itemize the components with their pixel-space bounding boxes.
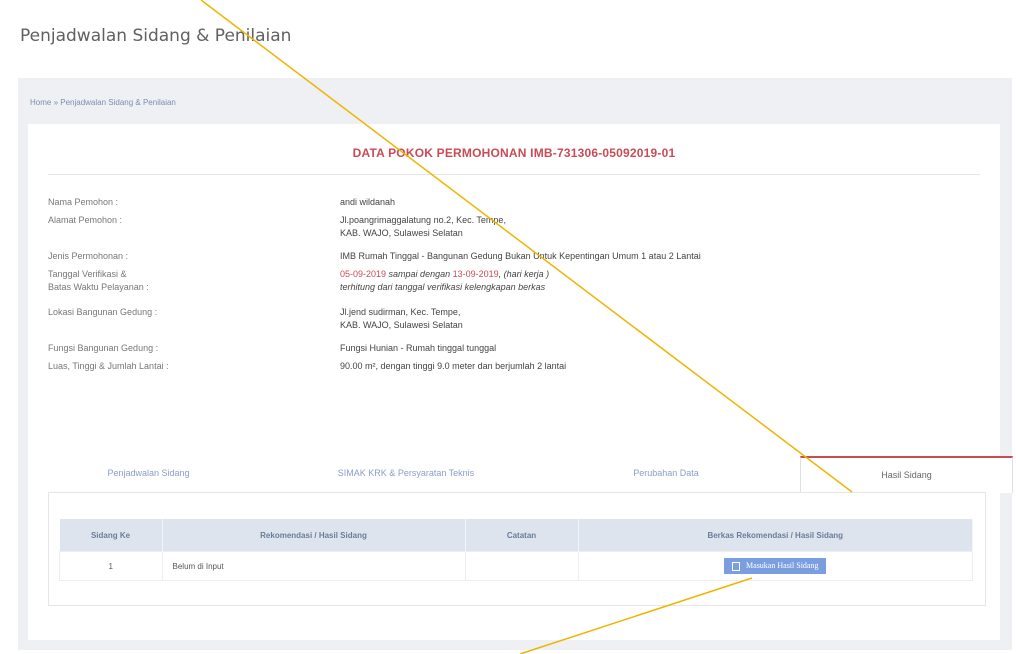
- field-value-block: 05-09-2019 sampai dengan 13-09-2019, (ha…: [340, 268, 549, 294]
- field-value: Jl.jend sudirman, Kec. Tempe,: [340, 307, 461, 317]
- edit-icon: [732, 561, 741, 571]
- field-alamat: Alamat Pemohon : Jl.poangrimaggalatung n…: [48, 214, 980, 250]
- cell-catatan: [464, 551, 579, 581]
- field-value: IMB Rumah Tinggal - Bangunan Gedung Buka…: [340, 251, 701, 261]
- page-title: Penjadwalan Sidang & Penilaian: [20, 26, 292, 46]
- field-value-line2: KAB. WAJO, Sulawesi Selatan: [340, 320, 463, 330]
- field-lokasi: Lokasi Bangunan Gedung : Jl.jend sudirma…: [48, 306, 980, 342]
- info-section: Nama Pemohon : andi wildanah Alamat Pemo…: [48, 196, 980, 372]
- field-luas: Luas, Tinggi & Jumlah Lantai : 90.00 m²,…: [48, 360, 980, 378]
- field-value: 90.00 m², dengan tinggi 9.0 meter dan be…: [340, 361, 567, 371]
- field-fungsi: Fungsi Bangunan Gedung : Fungsi Hunian -…: [48, 342, 980, 360]
- cell-sidang-ke: 1: [59, 551, 163, 581]
- field-label-block: Tanggal Verifikasi & Batas Waktu Pelayan…: [48, 268, 348, 294]
- tab-perubahan-data[interactable]: Perubahan Data: [576, 456, 756, 491]
- field-tanggal: Tanggal Verifikasi & Batas Waktu Pelayan…: [48, 268, 980, 304]
- tab-bar: Penjadwalan Sidang SIMAK KRK & Persyarat…: [56, 456, 1013, 493]
- permohonan-card: DATA POKOK PERMOHONAN IMB-731306-0509201…: [28, 124, 1013, 640]
- table-row: 1 Belum di Input Masukan Hasil Sidang: [59, 551, 973, 581]
- field-value: andi wildanah: [340, 197, 396, 207]
- field-label: Luas, Tinggi & Jumlah Lantai :: [48, 361, 169, 371]
- field-value-block: Jl.jend sudirman, Kec. Tempe, KAB. WAJO,…: [340, 306, 463, 332]
- hasil-sidang-table: Sidang Ke Rekomendasi / Hasil Sidang Cat…: [59, 519, 973, 581]
- field-value: Jl.poangrimaggalatung no.2, Kec. Tempe,: [340, 215, 506, 225]
- card-title: DATA POKOK PERMOHONAN IMB-731306-0509201…: [352, 146, 676, 160]
- col-rekomendasi: Rekomendasi / Hasil Sidang: [162, 519, 466, 552]
- button-label: Masukan Hasil Sidang: [746, 561, 819, 571]
- field-value-block: Jl.poangrimaggalatung no.2, Kec. Tempe, …: [340, 214, 506, 240]
- field-label-line2: Batas Waktu Pelayanan :: [48, 282, 149, 292]
- field-label: Nama Pemohon :: [48, 197, 119, 207]
- field-value-line2: terhitung dari tanggal verifikasi keleng…: [340, 282, 546, 292]
- field-label: Lokasi Bangunan Gedung :: [48, 307, 158, 317]
- date-end: 13-09-2019: [452, 269, 499, 279]
- field-label: Fungsi Bangunan Gedung :: [48, 343, 159, 353]
- date-start: 05-09-2019: [340, 269, 387, 279]
- field-jenis: Jenis Permohonan : IMB Rumah Tinggal - B…: [48, 250, 980, 268]
- field-value-line2: KAB. WAJO, Sulawesi Selatan: [340, 228, 463, 238]
- divider: [48, 174, 980, 175]
- breadcrumb[interactable]: Home » Penjadwalan Sidang & Penilaian: [30, 98, 176, 107]
- field-value: Fungsi Hunian - Rumah tinggal tunggal: [340, 343, 497, 353]
- hasil-sidang-panel: Sidang Ke Rekomendasi / Hasil Sidang Cat…: [48, 492, 986, 606]
- tab-simak-krk[interactable]: SIMAK KRK & Persyaratan Teknis: [306, 456, 506, 491]
- tab-penjadwalan-sidang[interactable]: Penjadwalan Sidang: [56, 456, 241, 491]
- field-label: Jenis Permohonan :: [48, 251, 129, 261]
- table-header-row: Sidang Ke Rekomendasi / Hasil Sidang Cat…: [59, 519, 973, 552]
- field-label: Alamat Pemohon :: [48, 215, 123, 225]
- date-tail: , (hari kerja ): [498, 269, 550, 279]
- field-label: Tanggal Verifikasi &: [48, 269, 127, 279]
- col-sidang-ke: Sidang Ke: [59, 519, 163, 552]
- masukan-hasil-sidang-button[interactable]: Masukan Hasil Sidang: [724, 558, 827, 574]
- cell-rekomendasi: Belum di Input: [161, 551, 466, 581]
- tab-hasil-sidang[interactable]: Hasil Sidang: [800, 456, 1013, 493]
- date-mid: sampai dengan: [386, 269, 453, 279]
- col-catatan: Catatan: [465, 519, 579, 552]
- cell-berkas: Masukan Hasil Sidang: [577, 551, 973, 581]
- field-value: 05-09-2019 sampai dengan 13-09-2019, (ha…: [340, 268, 549, 281]
- field-nama: Nama Pemohon : andi wildanah: [48, 196, 980, 210]
- col-berkas: Berkas Rekomendasi / Hasil Sidang: [578, 519, 973, 552]
